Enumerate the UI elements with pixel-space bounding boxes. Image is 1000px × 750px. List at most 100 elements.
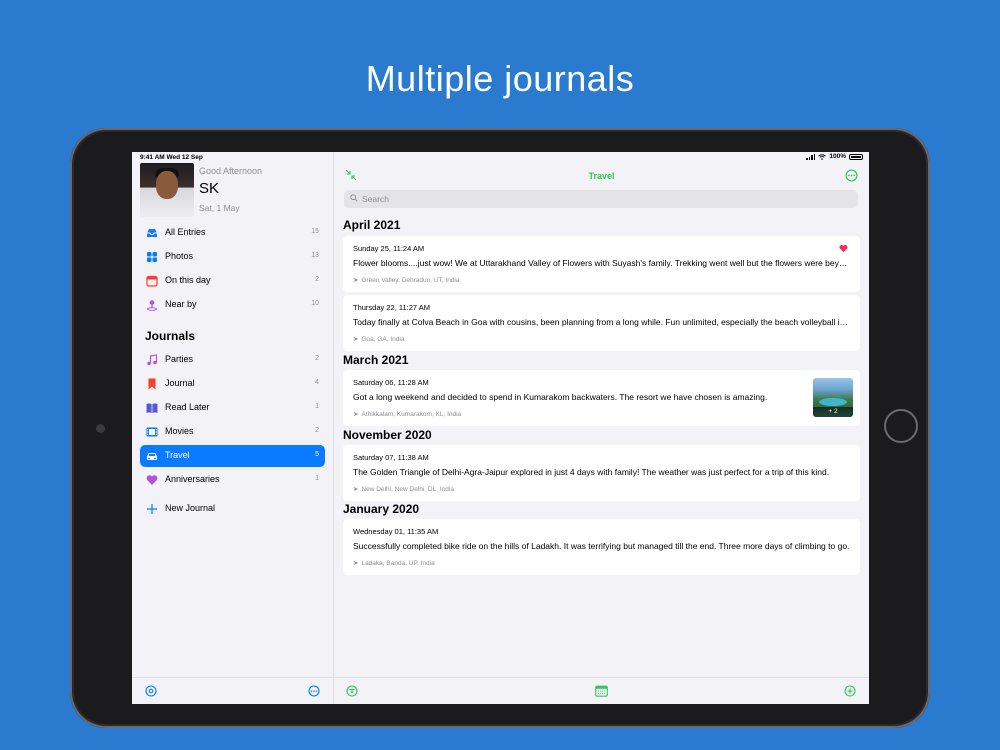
- sidebar-item-anniversaries[interactable]: Anniversaries 1: [140, 469, 325, 491]
- sidebar-item-label: All Entries: [165, 227, 206, 237]
- car-icon: [147, 453, 157, 460]
- bookmark-icon: [148, 378, 156, 390]
- sidebar-item-journal[interactable]: Journal 4: [140, 373, 325, 395]
- more-options-icon[interactable]: [308, 685, 320, 697]
- item-count: 13: [311, 252, 319, 259]
- screen: Good Afternoon SK Sat, 1 May All Entries…: [132, 152, 869, 704]
- sidebar-item-label: Read Later: [165, 402, 210, 412]
- entry-date: Saturday 07, 11:38 AM: [353, 453, 429, 462]
- entry-card[interactable]: Saturday 07, 11:38 AM The Golden Triangl…: [343, 445, 860, 501]
- month-header: January 2020: [343, 502, 420, 516]
- entry-text: Flower blooms....just wow! We at Uttarak…: [353, 258, 851, 268]
- sidebar-item-near-by[interactable]: Near by 10: [140, 294, 325, 316]
- location-arrow-icon: ➤: [353, 411, 359, 418]
- music-notes-icon: [147, 354, 158, 366]
- location-arrow-icon: ➤: [353, 486, 359, 493]
- favorite-heart-icon[interactable]: [839, 244, 848, 253]
- home-button[interactable]: [884, 409, 918, 443]
- calendar-icon[interactable]: [595, 685, 608, 697]
- entry-location-text: Athikkalam, Kumarakom, KL, India: [361, 411, 462, 418]
- entries-pane: Travel Search April 2021 Sunday 25, 11:2…: [334, 152, 869, 704]
- item-count: 2: [315, 355, 319, 362]
- entry-text: Today finally at Colva Beach in Goa with…: [353, 317, 851, 327]
- status-time: 9:41 AM Wed 12 Sep: [140, 154, 203, 161]
- month-header: November 2020: [343, 428, 432, 442]
- settings-icon[interactable]: [145, 685, 157, 697]
- journal-title: Travel: [588, 171, 615, 181]
- profile-date: Sat, 1 May: [199, 203, 240, 213]
- sidebar-item-label: Photos: [165, 251, 194, 261]
- sidebar-item-label: Near by: [165, 299, 197, 309]
- search-input[interactable]: Search: [344, 190, 858, 208]
- more-options-icon[interactable]: [845, 169, 858, 182]
- sidebar-item-label: Travel: [165, 450, 190, 460]
- location-arrow-icon: ➤: [353, 277, 359, 284]
- greeting: Good Afternoon: [199, 166, 263, 176]
- cellular-signal-icon: [806, 153, 816, 160]
- entry-date: Wednesday 01, 11:35 AM: [353, 527, 439, 536]
- entry-location: ➤ Athikkalam, Kumarakom, KL, India: [353, 410, 461, 418]
- sidebar-item-movies[interactable]: Movies 2: [140, 421, 325, 443]
- more-photos-badge: + 2: [813, 407, 853, 417]
- entry-location: ➤ Ladaka, Banda, UP, India: [353, 559, 435, 567]
- entry-text: The Golden Triangle of Delhi-Agra-Jaipur…: [353, 467, 830, 477]
- sidebar-item-read-later[interactable]: Read Later 1: [140, 397, 325, 419]
- sidebar-item-label: Movies: [165, 426, 194, 436]
- item-count: 15: [311, 228, 319, 235]
- front-camera: [96, 424, 105, 433]
- entry-location-text: Goa, GA, India: [361, 336, 405, 343]
- entry-location: ➤ Goa, GA, India: [353, 335, 404, 343]
- plus-icon: [147, 504, 157, 514]
- new-journal-label: New Journal: [165, 503, 216, 513]
- entries-toolbar: [334, 677, 869, 704]
- item-count: 10: [311, 300, 319, 307]
- sidebar-item-on-this-day[interactable]: On this day 2: [140, 270, 325, 292]
- entry-card[interactable]: Sunday 25, 11:24 AM Flower blooms....jus…: [343, 236, 860, 292]
- sidebar-toolbar: [132, 677, 333, 704]
- user-name: SK: [199, 180, 220, 197]
- location-arrow-icon: ➤: [353, 336, 359, 343]
- entry-date: Thursday 22, 11:27 AM: [353, 303, 430, 312]
- book-icon: [146, 403, 158, 413]
- location-pin-icon: [147, 300, 157, 311]
- entry-location: ➤ New Delhi, New Delhi, DL, India: [353, 485, 454, 493]
- headline: Multiple journals: [365, 58, 635, 99]
- sidebar: Good Afternoon SK Sat, 1 May All Entries…: [132, 152, 334, 704]
- month-header: April 2021: [343, 218, 401, 232]
- sidebar-item-label: On this day: [165, 275, 211, 285]
- item-count: 4: [315, 379, 319, 386]
- entry-card[interactable]: Wednesday 01, 11:35 AM Successfully comp…: [343, 519, 860, 575]
- sidebar-item-parties[interactable]: Parties 2: [140, 349, 325, 371]
- entry-card[interactable]: Thursday 22, 11:27 AM Today finally at C…: [343, 295, 860, 351]
- tray-icon: [147, 229, 157, 237]
- entry-location-text: New Delhi, New Delhi, DL, India: [361, 486, 454, 493]
- sidebar-item-photos[interactable]: Photos 13: [140, 246, 325, 268]
- item-count: 2: [315, 427, 319, 434]
- entry-text: Successfully completed bike ride on the …: [353, 541, 850, 551]
- sidebar-item-all-entries[interactable]: All Entries 15: [140, 222, 325, 244]
- wifi-icon: [818, 153, 827, 160]
- journals-section-title: Journals: [145, 329, 196, 343]
- film-icon: [146, 427, 158, 437]
- entry-photo-thumbnail[interactable]: + 2: [813, 378, 853, 417]
- entry-text: Got a long weekend and decided to spend …: [353, 392, 768, 402]
- sidebar-item-label: Parties: [165, 354, 194, 364]
- entry-card[interactable]: Saturday 06, 11:28 AM Got a long weekend…: [343, 370, 860, 426]
- heart-icon: [146, 475, 158, 485]
- sidebar-item-travel[interactable]: Travel 5: [140, 445, 325, 467]
- search-placeholder: Search: [362, 194, 389, 204]
- sidebar-item-label: Anniversaries: [165, 474, 220, 484]
- avatar[interactable]: [140, 163, 194, 217]
- item-count: 5: [315, 451, 319, 458]
- battery-icon: [849, 153, 863, 160]
- entry-date: Saturday 06, 11:28 AM: [353, 378, 429, 387]
- search-icon: [350, 194, 358, 202]
- calendar-icon: [146, 275, 158, 287]
- add-entry-icon[interactable]: [844, 685, 856, 697]
- filter-icon[interactable]: [346, 685, 358, 697]
- item-count: 1: [315, 403, 319, 410]
- month-header: March 2021: [343, 353, 409, 367]
- item-count: 2: [315, 276, 319, 283]
- new-journal-button[interactable]: New Journal: [140, 498, 325, 520]
- battery-percent: 100%: [829, 153, 846, 160]
